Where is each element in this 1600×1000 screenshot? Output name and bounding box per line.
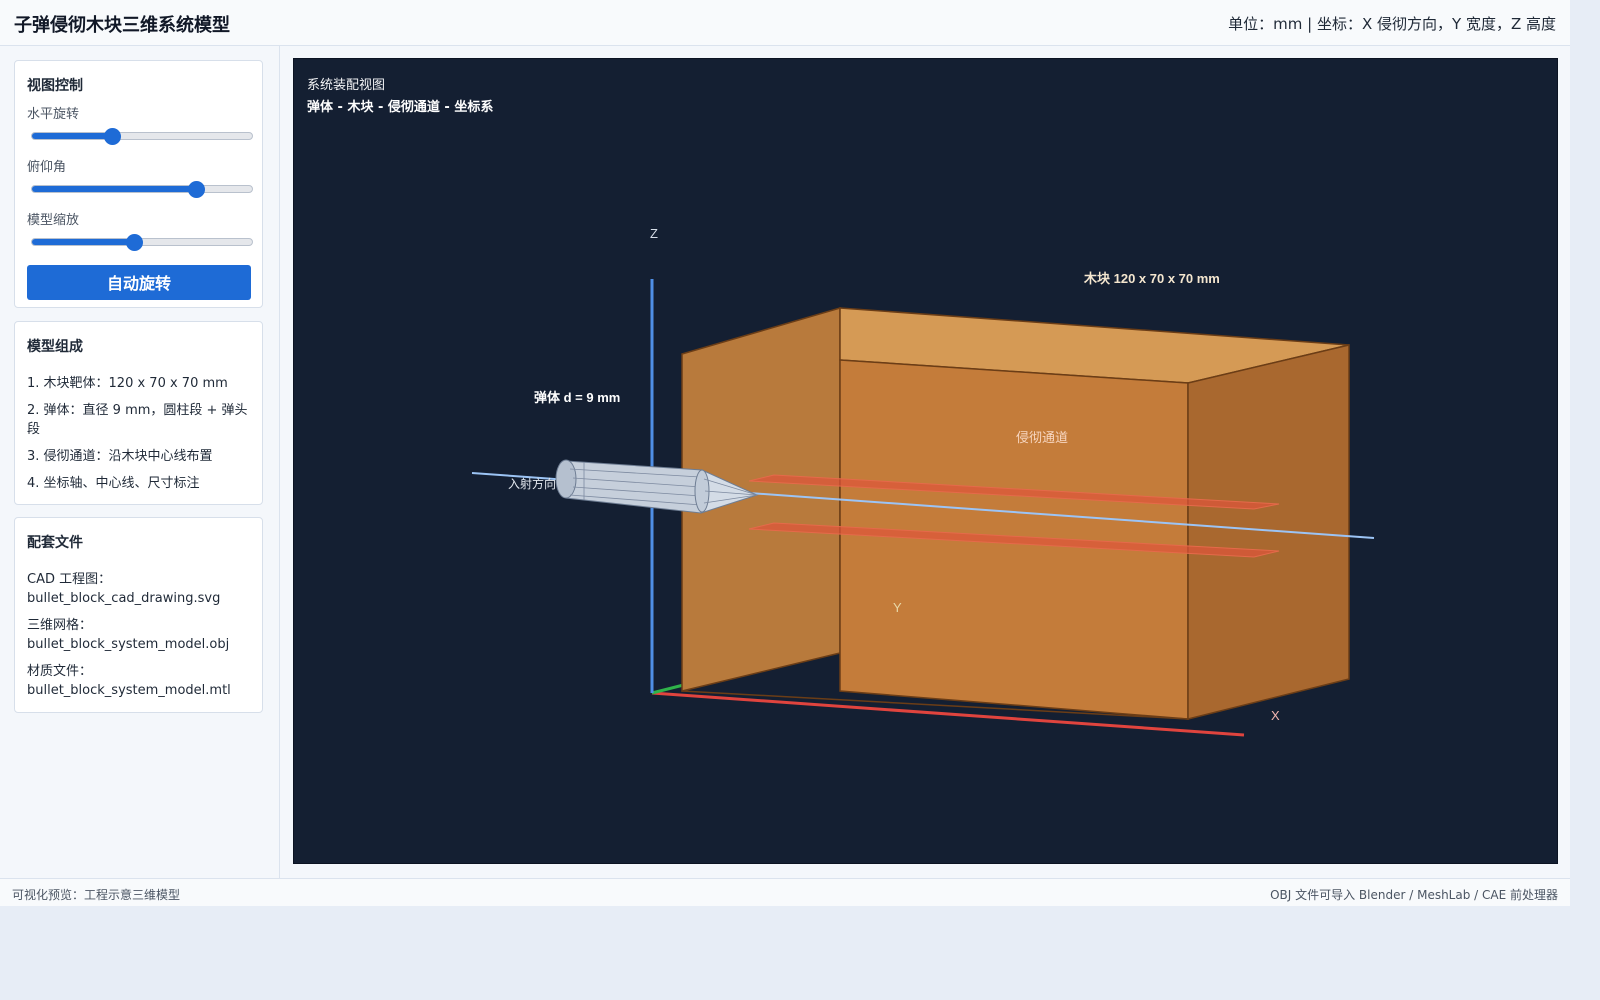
file-name: bullet_block_system_model.mtl xyxy=(27,683,231,698)
header-bar: 子弹侵彻木块三维系统模型 单位：mm | 坐标：X 侵彻方向，Y 宽度，Z 高度 xyxy=(0,0,1570,46)
slider-fill xyxy=(32,239,134,245)
viewport-title: 弹体 - 木块 - 侵彻通道 - 坐标系 xyxy=(307,100,494,115)
zoom-slider[interactable] xyxy=(31,234,253,251)
file-name: bullet_block_cad_drawing.svg xyxy=(27,591,221,606)
composition-item: 3. 侵彻通道：沿木块中心线布置 xyxy=(27,449,213,464)
files-panel: 配套文件 CAD 工程图： bullet_block_cad_drawing.s… xyxy=(14,517,263,713)
view-control-title: 视图控制 xyxy=(27,78,83,94)
pitch-label: 俯仰角 xyxy=(27,160,67,175)
block-dimension-label: 木块 120 x 70 x 70 mm xyxy=(1083,271,1220,286)
app-window: 子弹侵彻木块三维系统模型 单位：mm | 坐标：X 侵彻方向，Y 宽度，Z 高度… xyxy=(0,0,1570,906)
status-right: OBJ 文件可导入 Blender / MeshLab / CAE 前处理器 xyxy=(1270,888,1558,902)
composition-title: 模型组成 xyxy=(27,339,83,355)
composition-item: 4. 坐标轴、中心线、尺寸标注 xyxy=(27,476,200,491)
composition-panel: 模型组成 1. 木块靶体：120 x 70 x 70 mm 2. 弹体：直径 9… xyxy=(14,321,263,505)
slider-thumb[interactable] xyxy=(104,128,122,145)
pitch-slider[interactable] xyxy=(31,181,253,198)
viewport-subtitle: 系统装配视图 xyxy=(307,78,386,93)
view-control-panel: 视图控制 水平旋转 俯仰角 模型缩放 自动旋转 xyxy=(14,60,263,308)
file-label: 三维网格： xyxy=(27,618,93,633)
slider-thumb[interactable] xyxy=(187,181,205,198)
x-axis-label: X xyxy=(1271,708,1280,723)
rotate-h-slider[interactable] xyxy=(31,128,253,145)
files-title: 配套文件 xyxy=(27,535,83,551)
slider-thumb[interactable] xyxy=(126,234,144,251)
composition-item: 1. 木块靶体：120 x 70 x 70 mm xyxy=(27,376,228,391)
slider-fill xyxy=(32,133,112,139)
file-label: CAD 工程图： xyxy=(27,572,112,587)
app-title: 子弹侵彻木块三维系统模型 xyxy=(14,15,230,36)
zoom-label: 模型缩放 xyxy=(27,213,80,228)
file-label: 材质文件： xyxy=(27,664,93,679)
channel-label: 侵彻通道 xyxy=(1016,430,1068,445)
rotate-h-label: 水平旋转 xyxy=(27,107,80,122)
block-side-face xyxy=(1187,344,1350,720)
z-axis-label: Z xyxy=(650,226,658,241)
unit-info: 单位：mm | 坐标：X 侵彻方向，Y 宽度，Z 高度 xyxy=(1228,15,1556,33)
composition-item: 2. 弹体：直径 9 mm，圆柱段 + 弹头段 xyxy=(27,403,248,437)
3d-viewport[interactable]: Z Y X 木块 120 x 70 x 70 mm 弹体 d = 9 mm 侵彻… xyxy=(293,58,1558,864)
scene-svg: Z Y X 木块 120 x 70 x 70 mm 弹体 d = 9 mm 侵彻… xyxy=(471,226,1375,737)
auto-rotate-button[interactable]: 自动旋转 xyxy=(27,265,251,300)
status-left: 可视化预览：工程示意三维模型 xyxy=(12,888,181,902)
sidebar: 视图控制 水平旋转 俯仰角 模型缩放 自动旋转 模型组成 1. 木块靶体：120… xyxy=(0,46,280,878)
status-bar: 可视化预览：工程示意三维模型 OBJ 文件可导入 Blender / MeshL… xyxy=(0,878,1570,906)
y-axis-label: Y xyxy=(893,600,902,615)
slider-fill xyxy=(32,186,195,192)
bullet-dimension-label: 弹体 d = 9 mm xyxy=(534,390,620,405)
file-name: bullet_block_system_model.obj xyxy=(27,637,230,652)
incident-direction-label: 入射方向 xyxy=(508,476,556,491)
